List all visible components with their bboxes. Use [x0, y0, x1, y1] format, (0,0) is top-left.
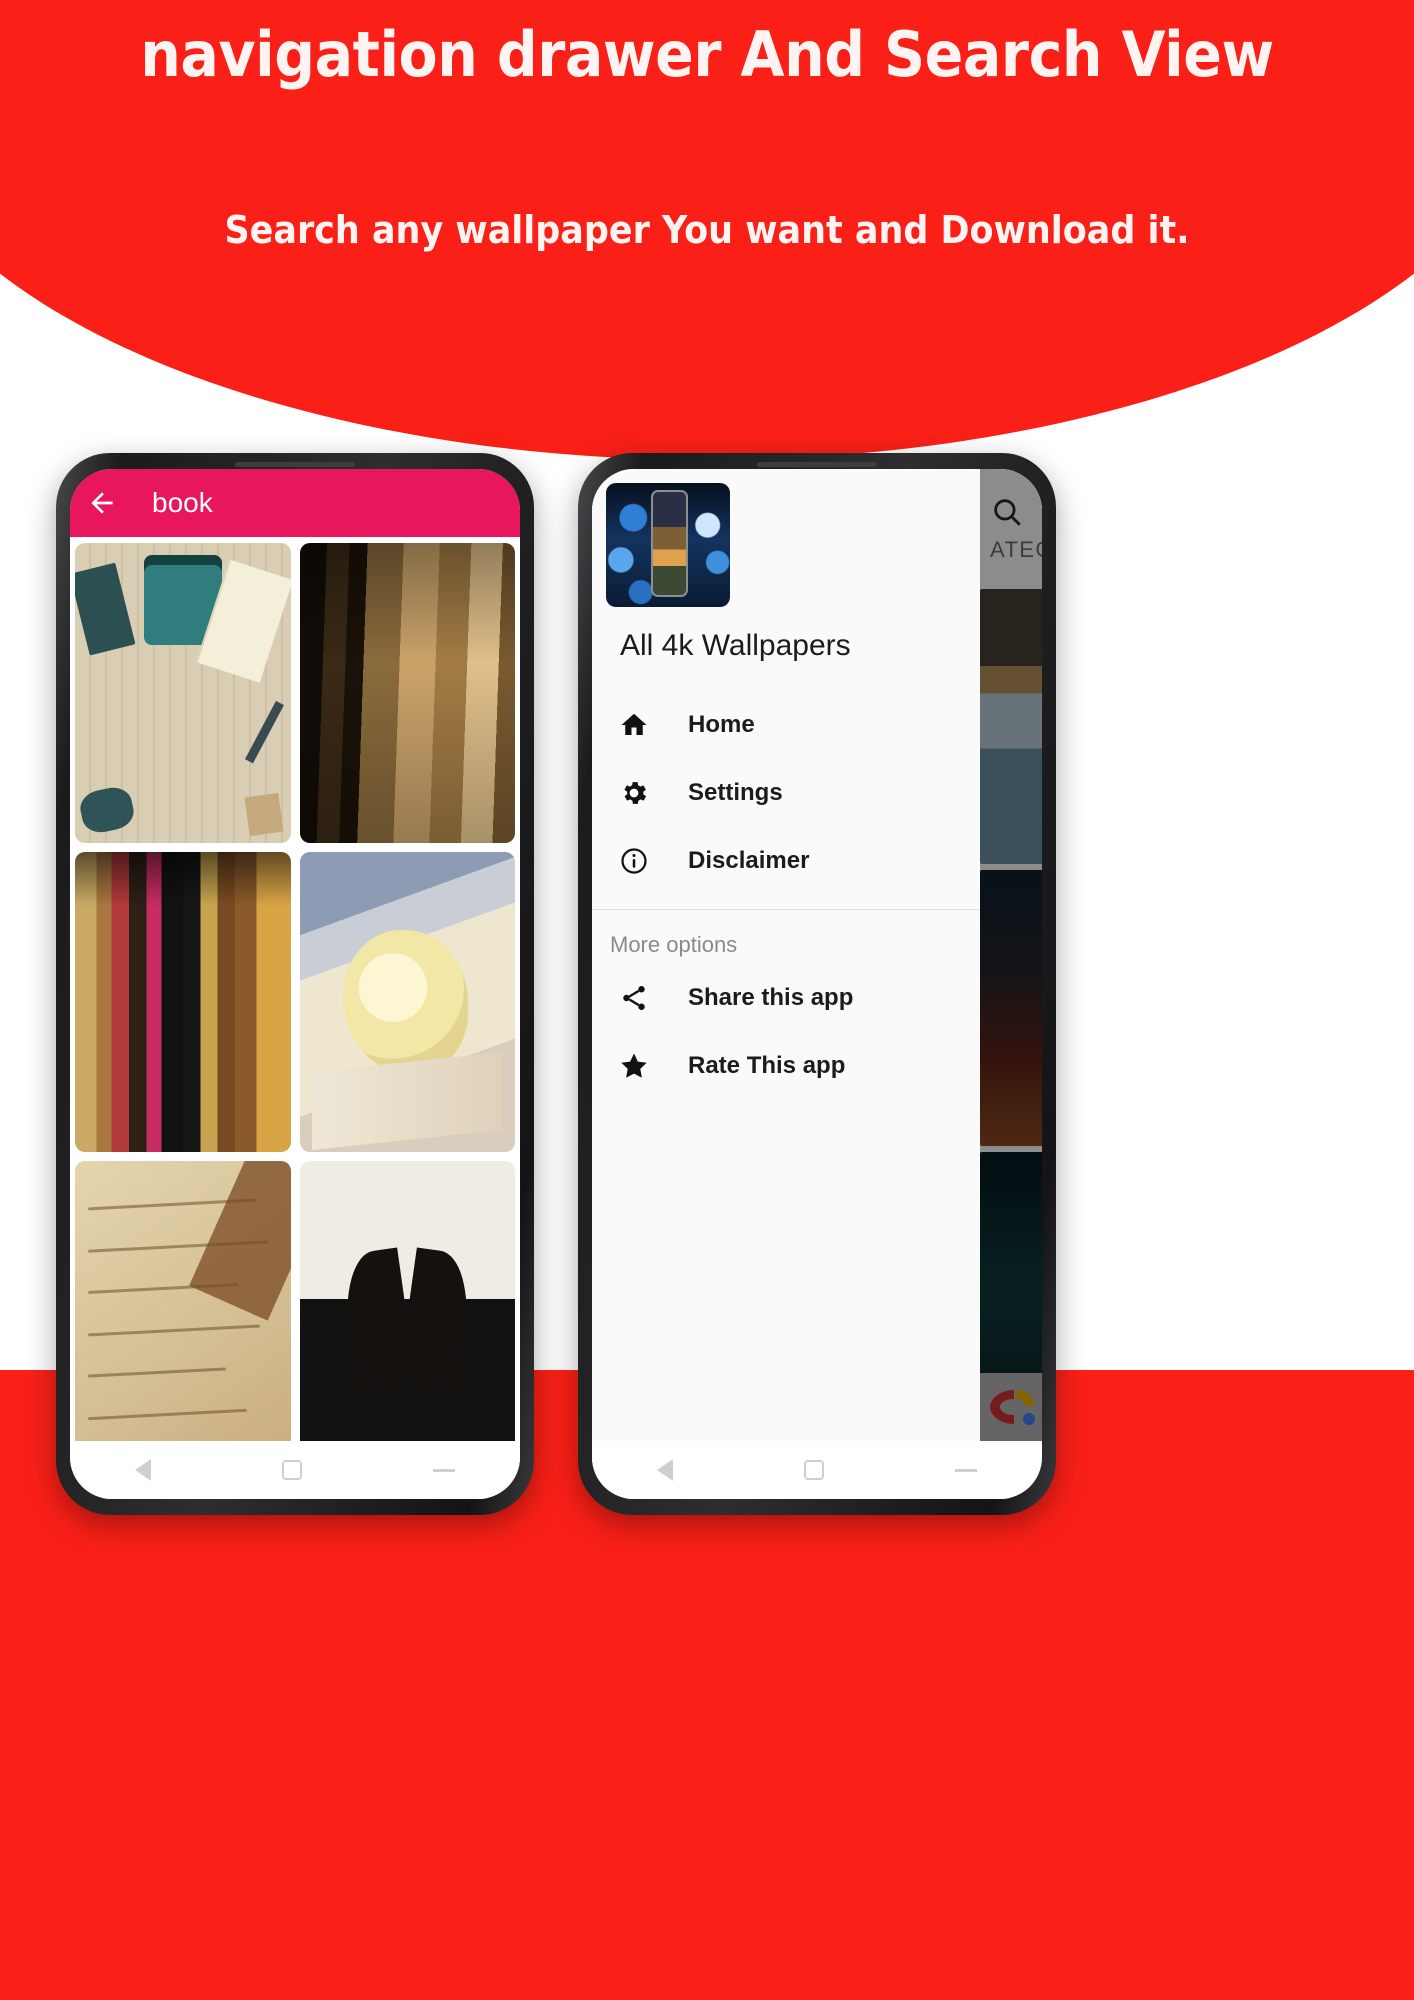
wallpaper-tile[interactable]: [75, 1161, 291, 1461]
drawer-item-label: Rate This app: [688, 1052, 846, 1079]
drawer-menu: Home Settings Disclaimer More options Sh…: [592, 663, 980, 1100]
banner-subtitle: Search any wallpaper You want and Downlo…: [224, 208, 1190, 252]
left-phone-screen: book: [70, 469, 520, 1499]
drawer-item-label: Home: [688, 711, 755, 738]
search-results-appbar: book: [70, 469, 520, 537]
arrow-left-icon[interactable]: [76, 477, 128, 529]
app-logo-icon: [606, 483, 730, 607]
wallpaper-tile[interactable]: [299, 852, 515, 1152]
drawer-item-home[interactable]: Home: [592, 691, 980, 759]
drawer-item-label: Share this app: [688, 984, 854, 1011]
search-query-title: book: [152, 487, 213, 518]
home-icon: [610, 710, 658, 740]
wallpaper-grid: [70, 537, 520, 1499]
navigation-drawer: All 4k Wallpapers Home Settings Disclaim…: [592, 469, 980, 1499]
phone-mockup-left: book: [56, 453, 534, 1515]
android-navbar: [592, 1441, 1042, 1499]
drawer-header: All 4k Wallpapers: [592, 469, 980, 663]
gear-icon: [610, 778, 658, 808]
share-icon: [610, 983, 658, 1013]
right-phone-screen: ATEGORY: [592, 469, 1042, 1499]
android-navbar: [70, 1441, 520, 1499]
drawer-item-disclaimer[interactable]: Disclaimer: [592, 827, 980, 895]
nav-home-icon[interactable]: [803, 1460, 824, 1480]
banner-title: navigation drawer And Search View: [140, 18, 1274, 91]
wallpaper-tile[interactable]: [299, 1161, 515, 1461]
phone-mockup-right: ATEGORY: [578, 453, 1056, 1515]
promo-banner: navigation drawer And Search View Search…: [0, 0, 1414, 460]
star-icon: [610, 1050, 658, 1082]
drawer-item-label: Disclaimer: [688, 847, 810, 874]
nav-back-icon[interactable]: [657, 1459, 674, 1481]
wallpaper-tile[interactable]: [75, 852, 291, 1152]
nav-recents-icon[interactable]: [954, 1468, 977, 1472]
info-circle-icon: [610, 846, 658, 876]
wallpaper-tile[interactable]: [75, 543, 291, 843]
drawer-item-label: Settings: [688, 779, 783, 806]
drawer-item-settings[interactable]: Settings: [592, 759, 980, 827]
drawer-item-share[interactable]: Share this app: [592, 964, 980, 1032]
app-name: All 4k Wallpapers: [620, 629, 851, 662]
wallpaper-tile[interactable]: [299, 543, 515, 843]
nav-back-icon[interactable]: [135, 1459, 152, 1481]
nav-home-icon[interactable]: [281, 1460, 302, 1480]
nav-recents-icon[interactable]: [432, 1468, 455, 1472]
drawer-section-title: More options: [610, 932, 738, 957]
drawer-item-rate[interactable]: Rate This app: [592, 1032, 980, 1100]
